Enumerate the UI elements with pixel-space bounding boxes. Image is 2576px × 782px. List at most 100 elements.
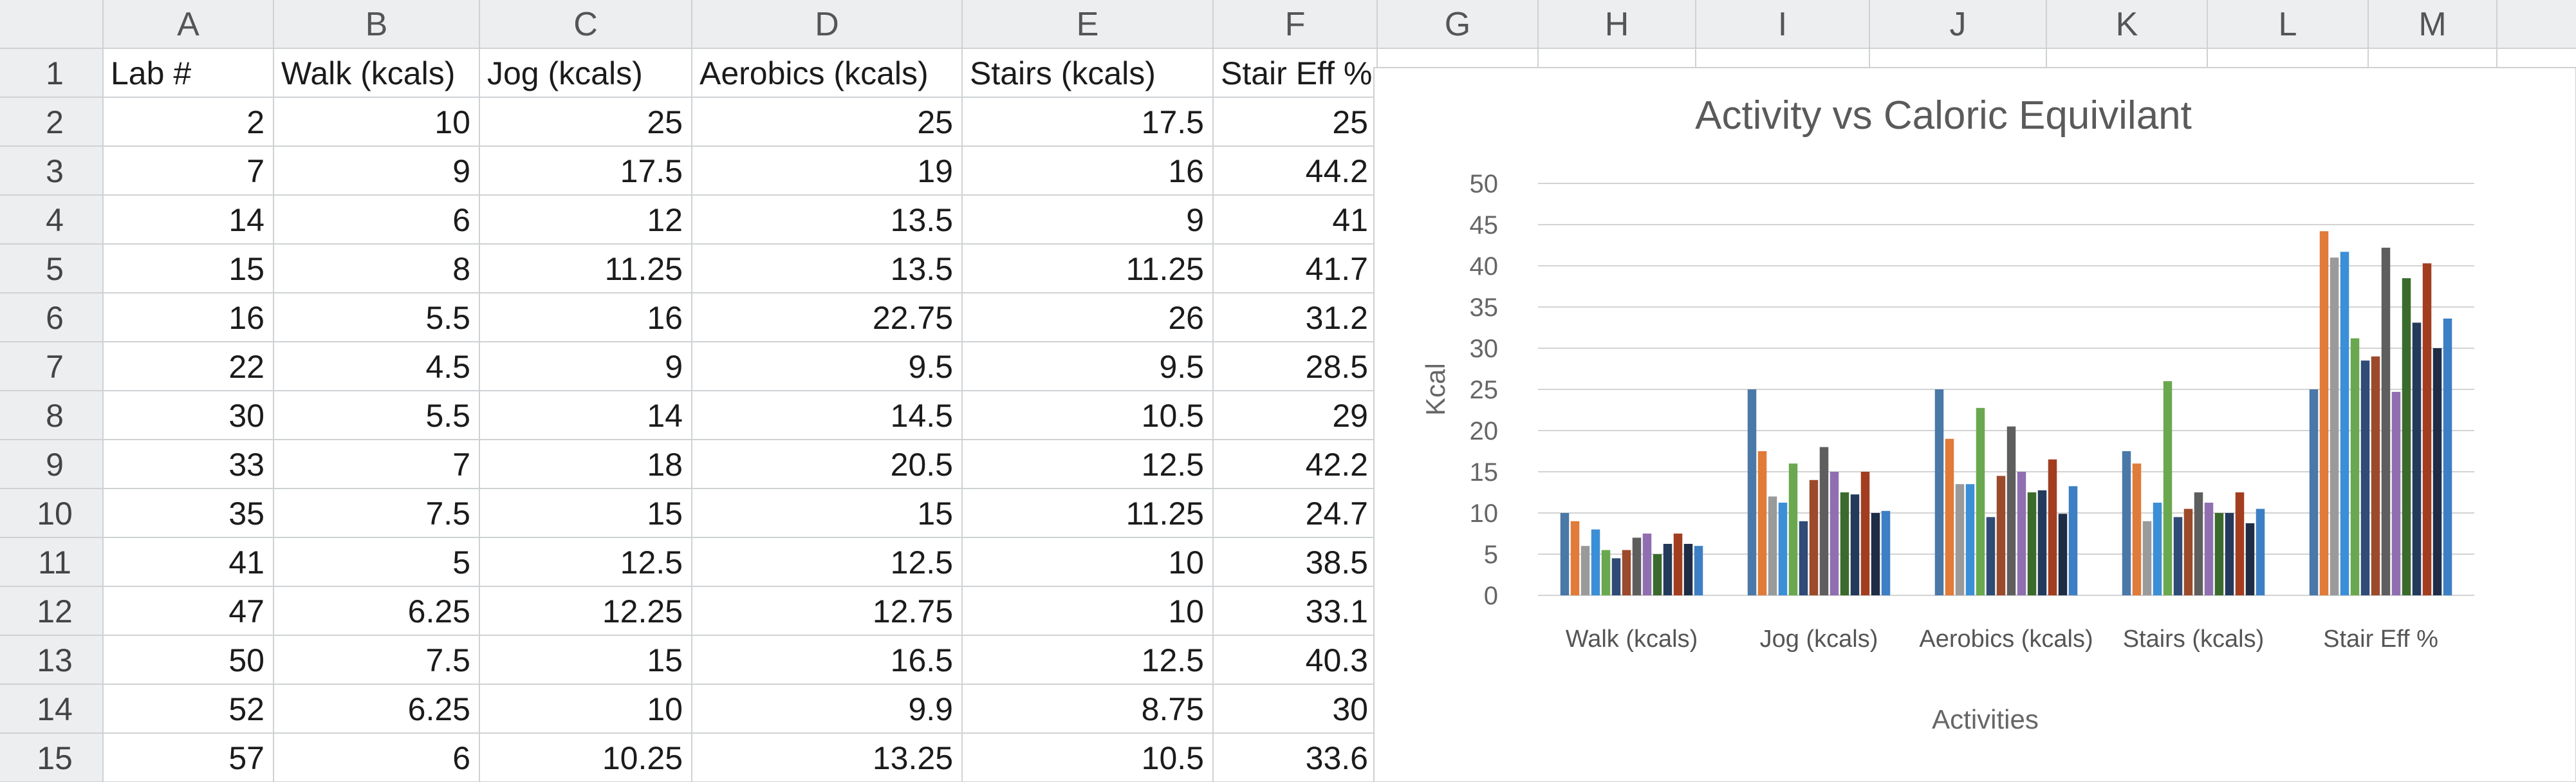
bar-series-11-cat-2[interactable] <box>1850 494 1860 595</box>
bar-series-2-cat-5[interactable] <box>2319 231 2329 595</box>
bar-series-2-cat-3[interactable] <box>1945 438 1954 595</box>
cell-lab-number[interactable]: 15 <box>228 251 264 287</box>
bar-series-4-cat-1[interactable] <box>1591 529 1600 595</box>
cell-aerobics-kcals[interactable]: 9.5 <box>908 349 953 385</box>
bar-series-6-cat-2[interactable] <box>1799 521 1808 595</box>
bar-series-13-cat-5[interactable] <box>2432 348 2442 595</box>
bar-series-7-cat-1[interactable] <box>1622 550 1631 595</box>
bar-series-3-cat-1[interactable] <box>1580 546 1590 595</box>
bar-series-11-cat-1[interactable] <box>1663 544 1673 595</box>
cell-jog-kcals[interactable]: 10.25 <box>602 740 683 776</box>
row-header-15[interactable]: 15 <box>37 740 73 776</box>
cell-walk-kcals[interactable]: 6 <box>452 740 470 776</box>
column-header-g[interactable]: G <box>1445 6 1470 43</box>
cell-walk-kcals[interactable]: 5.5 <box>425 398 470 434</box>
cell-stairs-kcals[interactable]: 10 <box>1168 593 1204 629</box>
cell-jog-kcals[interactable]: 25 <box>647 104 683 140</box>
bar-series-14-cat-5[interactable] <box>2443 318 2452 595</box>
bar-series-5-cat-3[interactable] <box>1976 407 1985 595</box>
cell-lab-number[interactable]: 14 <box>228 202 264 238</box>
bar-series-5-cat-1[interactable] <box>1601 550 1611 595</box>
row-header-4[interactable]: 4 <box>46 202 64 238</box>
cell-stair-eff[interactable]: 24.7 <box>1306 496 1368 532</box>
cell-aerobics-kcals[interactable]: 19 <box>917 153 953 189</box>
cell-jog-kcals[interactable]: 9 <box>665 349 683 385</box>
cell-stairs-kcals[interactable]: 11.25 <box>1126 251 1204 287</box>
cell-stair-eff[interactable]: 41 <box>1332 202 1368 238</box>
bar-series-6-cat-1[interactable] <box>1611 558 1621 595</box>
bar-series-5-cat-4[interactable] <box>2163 381 2173 595</box>
bar-series-10-cat-3[interactable] <box>2027 492 2037 595</box>
row-header-1[interactable]: 1 <box>46 55 64 91</box>
column-header-c[interactable]: C <box>573 6 598 43</box>
header-cell-aerobics-kcals[interactable]: Aerobics (kcals) <box>700 55 929 91</box>
cell-aerobics-kcals[interactable]: 14.5 <box>891 398 953 434</box>
bar-series-7-cat-3[interactable] <box>1996 476 2006 595</box>
cell-lab-number[interactable]: 30 <box>228 398 264 434</box>
row-header-12[interactable]: 12 <box>37 593 73 629</box>
bar-series-9-cat-4[interactable] <box>2204 503 2214 595</box>
bar-series-2-cat-1[interactable] <box>1570 521 1580 595</box>
cell-aerobics-kcals[interactable]: 9.9 <box>908 691 953 727</box>
column-header-a[interactable]: A <box>177 6 199 43</box>
cell-stairs-kcals[interactable]: 12.5 <box>1142 642 1204 678</box>
bar-series-1-cat-2[interactable] <box>1747 389 1757 595</box>
cell-stair-eff[interactable]: 25 <box>1332 104 1368 140</box>
cell-stair-eff[interactable]: 28.5 <box>1306 349 1368 385</box>
bar-series-8-cat-5[interactable] <box>2381 247 2391 596</box>
row-header-2[interactable]: 2 <box>46 104 64 140</box>
cell-jog-kcals[interactable]: 17.5 <box>620 153 683 189</box>
bar-series-13-cat-4[interactable] <box>2245 523 2255 595</box>
bar-series-10-cat-4[interactable] <box>2214 513 2224 595</box>
column-header-d[interactable]: D <box>815 6 839 43</box>
cell-aerobics-kcals[interactable]: 16.5 <box>891 642 953 678</box>
bar-series-12-cat-4[interactable] <box>2235 492 2245 595</box>
cell-lab-number[interactable]: 50 <box>228 642 264 678</box>
bar-series-3-cat-2[interactable] <box>1768 496 1777 595</box>
row-header-5[interactable]: 5 <box>46 251 64 287</box>
column-header-i[interactable]: I <box>1778 6 1787 43</box>
bar-series-4-cat-3[interactable] <box>1965 484 1975 595</box>
bar-series-1-cat-5[interactable] <box>2309 389 2319 595</box>
cell-lab-number[interactable]: 33 <box>228 447 264 483</box>
cell-aerobics-kcals[interactable]: 13.5 <box>891 202 953 238</box>
header-cell-stair-eff[interactable]: Stair Eff % <box>1221 55 1372 91</box>
cell-jog-kcals[interactable]: 11.25 <box>605 251 683 287</box>
bar-series-9-cat-3[interactable] <box>2017 472 2026 595</box>
cell-lab-number[interactable]: 2 <box>246 104 264 140</box>
bar-series-9-cat-5[interactable] <box>2391 391 2401 595</box>
bar-series-2-cat-4[interactable] <box>2132 463 2142 595</box>
bar-series-7-cat-2[interactable] <box>1809 479 1819 595</box>
bar-series-6-cat-3[interactable] <box>1986 517 1996 595</box>
cell-lab-number[interactable]: 7 <box>246 153 264 189</box>
cell-jog-kcals[interactable]: 15 <box>647 496 683 532</box>
cell-stair-eff[interactable]: 31.2 <box>1306 300 1368 336</box>
cell-stairs-kcals[interactable]: 10.5 <box>1142 740 1204 776</box>
cell-stairs-kcals[interactable]: 11.25 <box>1126 496 1204 532</box>
bar-series-14-cat-2[interactable] <box>1881 510 1891 595</box>
bar-series-3-cat-3[interactable] <box>1955 484 1965 595</box>
cell-aerobics-kcals[interactable]: 12.5 <box>891 545 953 581</box>
cell-stair-eff[interactable]: 38.5 <box>1306 545 1368 581</box>
bar-series-11-cat-3[interactable] <box>2037 490 2047 595</box>
cell-lab-number[interactable]: 57 <box>228 740 264 776</box>
bar-series-11-cat-4[interactable] <box>2225 513 2234 595</box>
row-header-6[interactable]: 6 <box>46 300 64 336</box>
header-cell-jog-kcals[interactable]: Jog (kcals) <box>487 55 643 91</box>
bar-series-10-cat-2[interactable] <box>1840 492 1849 595</box>
cell-jog-kcals[interactable]: 16 <box>647 300 683 336</box>
cell-walk-kcals[interactable]: 7.5 <box>425 496 470 532</box>
cell-stairs-kcals[interactable]: 8.75 <box>1142 691 1204 727</box>
row-header-3[interactable]: 3 <box>46 153 64 189</box>
cell-stair-eff[interactable]: 44.2 <box>1306 153 1368 189</box>
bar-series-6-cat-5[interactable] <box>2360 360 2370 595</box>
bar-series-10-cat-1[interactable] <box>1653 554 1662 595</box>
cell-stairs-kcals[interactable]: 17.5 <box>1142 104 1204 140</box>
cell-lab-number[interactable]: 16 <box>228 300 264 336</box>
cell-stair-eff[interactable]: 30 <box>1332 691 1368 727</box>
cell-lab-number[interactable]: 47 <box>228 593 264 629</box>
cell-aerobics-kcals[interactable]: 22.75 <box>873 300 953 336</box>
bar-series-8-cat-1[interactable] <box>1632 537 1642 595</box>
bar-series-1-cat-4[interactable] <box>2122 451 2131 595</box>
bar-series-5-cat-2[interactable] <box>1788 463 1798 595</box>
